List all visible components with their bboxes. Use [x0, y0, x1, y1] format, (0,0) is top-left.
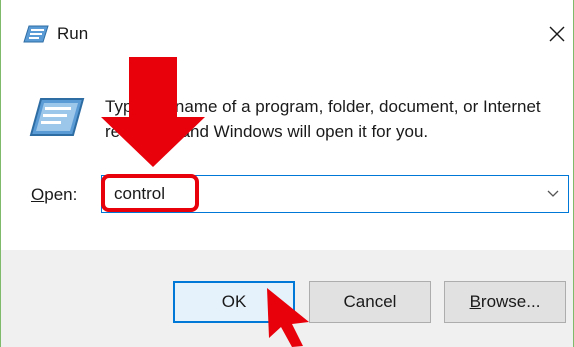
open-label-accelerator: O [31, 185, 45, 204]
red-down-arrow-icon [99, 57, 207, 169]
browse-label: rowse... [480, 292, 541, 311]
red-cursor-arrow-icon [265, 286, 315, 347]
run-dialog: Run Type the name of a program, folder, … [0, 0, 574, 347]
browse-button[interactable]: Browse... [444, 281, 566, 323]
window-title: Run [57, 24, 89, 43]
open-label-text: pen: [44, 185, 78, 204]
run-icon [23, 24, 49, 44]
chevron-down-icon [547, 190, 559, 197]
run-program-icon [29, 96, 85, 138]
input-highlight-box [101, 174, 199, 212]
open-dropdown-button[interactable] [538, 176, 568, 212]
open-label: Open: [31, 184, 77, 206]
close-button[interactable] [539, 16, 573, 50]
cancel-button[interactable]: Cancel [309, 281, 431, 323]
browse-accelerator: B [469, 292, 481, 311]
close-icon [549, 26, 565, 42]
title-bar: Run [1, 0, 573, 62]
